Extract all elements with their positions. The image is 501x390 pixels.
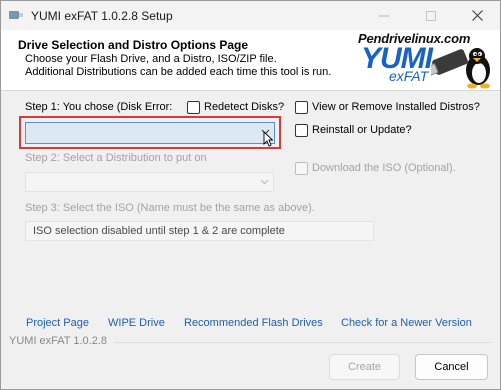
drive-select[interactable] [25, 122, 275, 144]
download-iso-label[interactable]: Download the ISO (Optional). [312, 162, 456, 174]
redetect-disks-label[interactable]: Redetect Disks? [204, 101, 284, 113]
iso-path-field[interactable]: ISO selection disabled until step 1 & 2 … [25, 221, 374, 241]
check-newer-version-link[interactable]: Check for a Newer Version [341, 317, 472, 329]
view-remove-distros-checkbox[interactable] [295, 101, 308, 114]
header-description-line-1: Choose your Flash Drive, and a Distro, I… [25, 53, 277, 65]
minimize-button[interactable] [361, 1, 407, 30]
minimize-icon [379, 15, 389, 16]
reinstall-update-label[interactable]: Reinstall or Update? [312, 124, 412, 136]
step2-label: Step 2: Select a Distribution to put on [25, 152, 207, 164]
usb-drive-icon [9, 11, 23, 19]
penguin-usb-logo [431, 48, 490, 89]
distribution-select[interactable] [25, 172, 274, 192]
page-title: Drive Selection and Distro Options Page [18, 38, 249, 52]
setup-window: YUMI exFAT 1.0.2.8 Setup Drive Selection… [0, 0, 501, 390]
view-remove-distros-label[interactable]: View or Remove Installed Distros? [312, 101, 480, 113]
chevron-down-icon [260, 179, 269, 185]
create-button[interactable]: Create [329, 354, 400, 380]
redetect-disks-checkbox[interactable] [187, 101, 200, 114]
version-label: YUMI exFAT 1.0.2.8 [9, 335, 108, 347]
close-button[interactable] [454, 1, 500, 30]
step1-label: Step 1: You chose (Disk Error: [25, 101, 173, 113]
project-page-link[interactable]: Project Page [26, 317, 89, 329]
header-description-line-2: Additional Distributions can be added ea… [25, 66, 332, 78]
logo-exfat-text: exFAT [389, 68, 429, 84]
maximize-icon [426, 10, 436, 21]
window-title: YUMI exFAT 1.0.2.8 Setup [31, 9, 173, 23]
mouse-pointer-icon [263, 131, 273, 147]
title-bar: YUMI exFAT 1.0.2.8 Setup [1, 1, 500, 30]
reinstall-update-checkbox[interactable] [295, 124, 308, 137]
footer-divider [114, 342, 492, 343]
header-banner: Drive Selection and Distro Options Page … [1, 30, 500, 91]
cancel-button[interactable]: Cancel [415, 354, 488, 380]
download-iso-checkbox[interactable] [295, 162, 308, 175]
wipe-drive-link[interactable]: WIPE Drive [108, 317, 165, 329]
step3-label: Step 3: Select the ISO (Name must be the… [25, 202, 315, 214]
recommended-flash-drives-link[interactable]: Recommended Flash Drives [184, 317, 323, 329]
close-icon [471, 10, 483, 21]
maximize-button[interactable] [408, 1, 454, 30]
